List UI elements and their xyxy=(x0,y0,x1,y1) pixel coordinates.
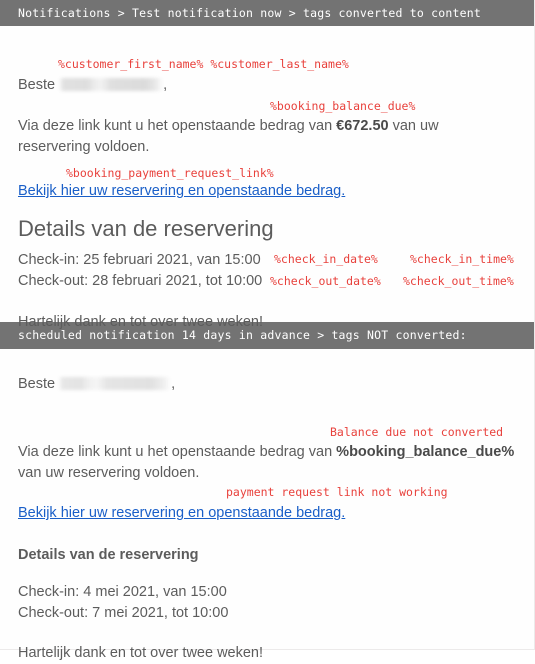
payment-paragraph-2: Via deze link kunt u het openstaande bed… xyxy=(18,442,518,484)
balance-amount: €672.50 xyxy=(336,118,389,134)
check-out-line-1: Check-out: 28 februari 2021, tot 10:00 xyxy=(18,273,263,289)
greeting-prefix: Beste xyxy=(18,77,56,93)
greeting-suffix-2: , xyxy=(171,376,176,392)
unconverted-balance-tag: %booking_balance_due% xyxy=(336,444,515,460)
tag-check-out-time: %check_out_time% xyxy=(403,274,514,288)
greeting-prefix-2: Beste xyxy=(18,376,56,392)
payment-paragraph-1-lead: Via deze link kunt u het openstaande bed… xyxy=(18,118,337,134)
tag-check-out-date: %check_out_date% xyxy=(270,274,381,288)
check-in-line-1: Check-in: 25 februari 2021, van 15:00 xyxy=(18,252,261,268)
tag-check-in-date: %check_in_date% xyxy=(274,252,378,266)
check-out-line-2: Check-out: 7 mei 2021, tot 10:00 xyxy=(18,605,229,621)
tag-customer-name: %customer_first_name% %customer_last_nam… xyxy=(58,57,349,71)
payment-request-link-2[interactable]: Bekijk hier uw reservering en openstaand… xyxy=(18,505,345,521)
details-heading-1: Details van de reservering xyxy=(18,216,274,241)
redacted-customer-name xyxy=(59,78,164,91)
details-heading-2: Details van de reservering xyxy=(18,547,199,563)
closing-line-2: Hartelijk dank en tot over twee weken! xyxy=(18,645,264,661)
payment-paragraph-2-tail: van uw reservering voldoen. xyxy=(18,465,200,481)
greeting-line-1: Beste , xyxy=(18,75,167,96)
tag-payment-request-link: %booking_payment_request_link% xyxy=(66,166,274,180)
payment-paragraph-1: Via deze link kunt u het openstaande bed… xyxy=(18,116,508,158)
redacted-customer-name-2 xyxy=(59,377,172,390)
section-2-body: Beste , Balance due not converted Via de… xyxy=(0,349,534,661)
tag-check-in-time: %check_in_time% xyxy=(410,252,514,266)
greeting-suffix: , xyxy=(163,77,168,93)
annotation-payment-link-not-working: payment request link not working xyxy=(226,485,448,499)
closing-line-1: Hartelijk dank en tot over twee weken! xyxy=(18,314,264,330)
tag-booking-balance-due: %booking_balance_due% xyxy=(270,99,416,113)
check-in-line-2: Check-in: 4 mei 2021, van 15:00 xyxy=(18,584,227,600)
payment-paragraph-2-lead: Via deze link kunt u het openstaande bed… xyxy=(18,444,337,460)
section-1-banner: Notifications > Test notification now > … xyxy=(0,0,534,26)
section-1-body: %customer_first_name% %customer_last_nam… xyxy=(0,26,534,330)
greeting-line-2: Beste , xyxy=(18,374,175,395)
annotation-balance-not-converted: Balance due not converted xyxy=(330,425,504,439)
payment-request-link-1[interactable]: Bekijk hier uw reservering en openstaand… xyxy=(18,183,345,199)
notification-preview-page: Notifications > Test notification now > … xyxy=(0,0,535,661)
